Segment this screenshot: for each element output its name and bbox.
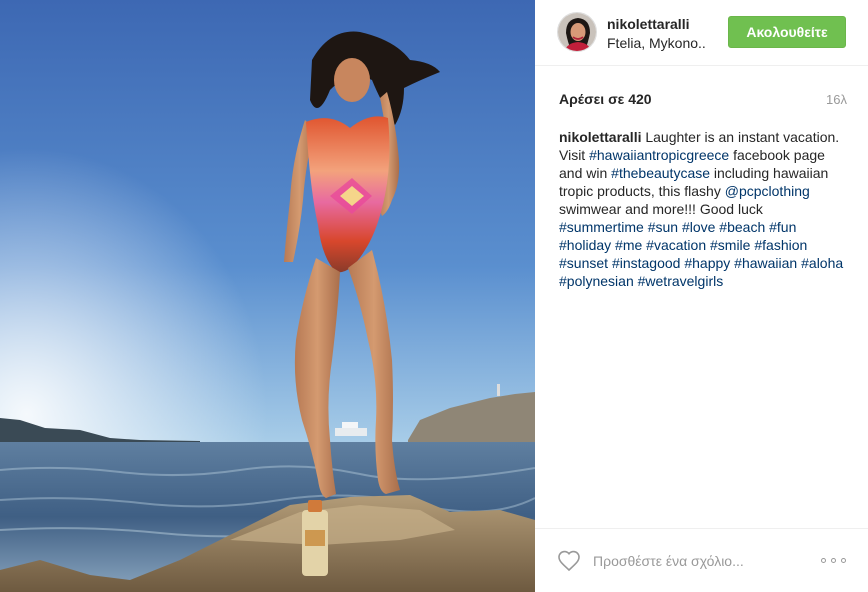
hashtag-link[interactable]: #love	[682, 219, 715, 235]
hashtag-link[interactable]: #fun	[769, 219, 796, 235]
avatar[interactable]	[557, 12, 597, 52]
hashtag-link[interactable]: #aloha	[801, 255, 843, 271]
caption-body: Laughter is an instant vacation. Visit #…	[559, 129, 843, 289]
hashtag-link[interactable]: #thebeautycase	[611, 165, 710, 181]
post-photo[interactable]	[0, 0, 535, 592]
more-options-icon[interactable]	[821, 551, 849, 569]
post-username[interactable]: nikolettaralli	[607, 16, 689, 32]
hashtag-link[interactable]: #happy	[684, 255, 730, 271]
heart-outline-icon[interactable]	[557, 549, 581, 573]
hashtag-link[interactable]: #wetravelgirls	[638, 273, 724, 289]
caption-username[interactable]: nikolettaralli	[559, 129, 641, 145]
post-footer	[535, 528, 868, 592]
beach-photo-image	[0, 0, 535, 592]
hashtag-link[interactable]: @pcpclothing	[725, 183, 810, 199]
post-timestamp[interactable]: 16λ	[826, 92, 847, 107]
hashtag-link[interactable]: #fashion	[754, 237, 807, 253]
hashtag-link[interactable]: #smile	[710, 237, 750, 253]
hashtag-link[interactable]: #hawaiiantropicgreece	[589, 147, 729, 163]
post-header: nikolettaralli Ftelia, Mykono.. Ακολουθε…	[535, 0, 868, 66]
likes-row: Αρέσει σε 420 16λ	[559, 91, 847, 111]
hashtag-link[interactable]: #instagood	[612, 255, 681, 271]
comment-input[interactable]	[593, 549, 803, 573]
likes-count: 420	[628, 91, 652, 107]
post-location[interactable]: Ftelia, Mykono..	[607, 35, 706, 51]
likes-label: Αρέσει σε	[559, 91, 625, 107]
hashtag-link[interactable]: #beach	[719, 219, 765, 235]
likes-summary[interactable]: Αρέσει σε 420	[559, 91, 652, 107]
hashtag-link[interactable]: #sunset	[559, 255, 608, 271]
hashtag-link[interactable]: #summertime	[559, 219, 644, 235]
hashtag-link[interactable]: #polynesian	[559, 273, 634, 289]
avatar-image	[558, 13, 596, 51]
post-caption: nikolettaralli Laughter is an instant va…	[559, 128, 851, 290]
hashtag-link[interactable]: #me	[615, 237, 642, 253]
hashtag-link[interactable]: #holiday	[559, 237, 611, 253]
hashtag-link[interactable]: #vacation	[646, 237, 706, 253]
following-button[interactable]: Ακολουθείτε	[728, 16, 846, 48]
hashtag-link[interactable]: #hawaiian	[734, 255, 797, 271]
caption-text: swimwear and more!!! Good luck	[559, 201, 763, 217]
hashtag-link[interactable]: #sun	[648, 219, 678, 235]
post-side-panel: nikolettaralli Ftelia, Mykono.. Ακολουθε…	[535, 0, 868, 592]
